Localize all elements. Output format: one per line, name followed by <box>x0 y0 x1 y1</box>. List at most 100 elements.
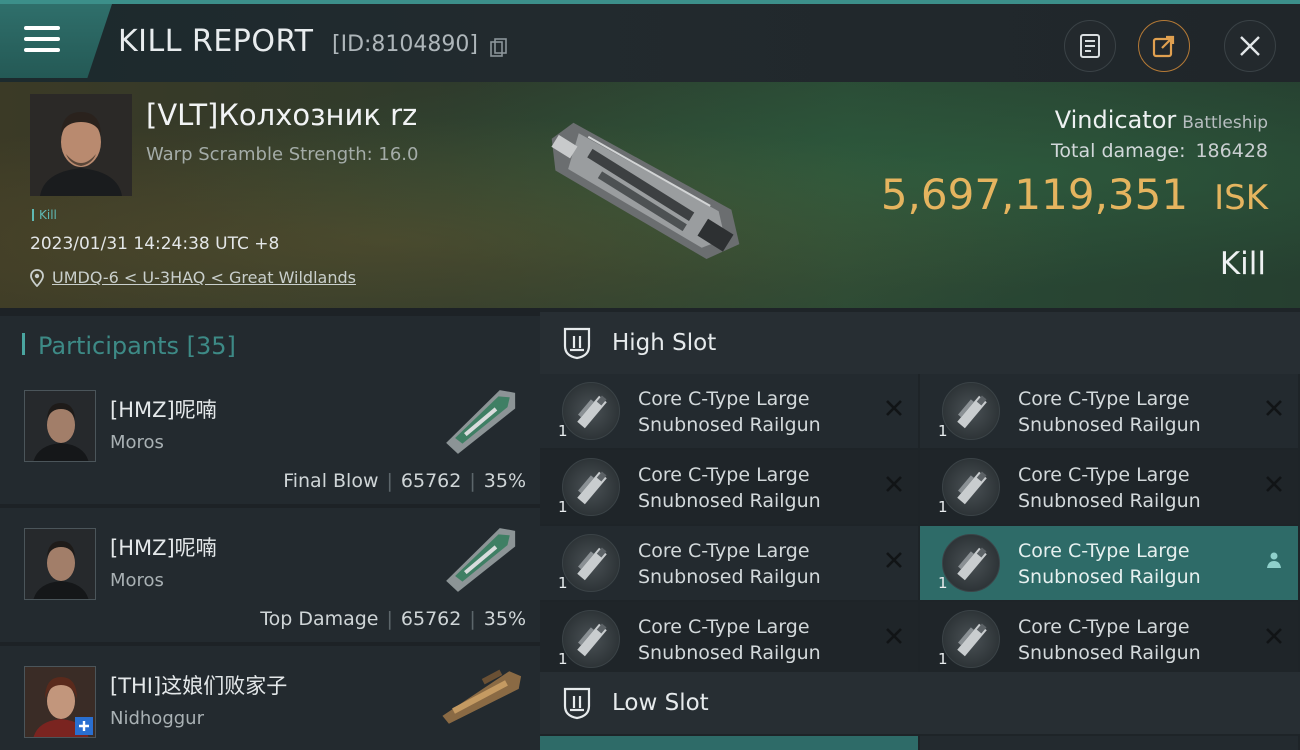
low-slot-icon <box>563 687 591 720</box>
participant-ship: Nidhoggur <box>110 708 204 729</box>
avatar <box>24 666 96 738</box>
module-name-line1: Core C-Type Large <box>1018 388 1190 410</box>
module-name: Core C-Type Large Snubnosed Railgun <box>1018 614 1258 666</box>
participant-ship: Moros <box>110 432 164 453</box>
module-item[interactable]: 1 Core C-Type Large Snubnosed Railgun <box>540 450 918 524</box>
module-name: Core C-Type Large Snubnosed Railgun <box>1018 538 1258 590</box>
railgun-icon <box>562 610 620 668</box>
location-text: UMDQ-6 < U-3HAQ < Great Wildlands <box>52 268 356 287</box>
header-bar: KILL REPORT [ID:8104890] <box>0 4 1300 82</box>
share-icon <box>1152 35 1175 58</box>
participant-percent: 35% <box>483 608 526 630</box>
participant-damage: 65762 <box>400 608 462 630</box>
victim-ship-image[interactable] <box>525 92 765 302</box>
railgun-icon <box>942 382 1000 440</box>
module-name: Core C-Type Large Snubnosed Railgun <box>638 538 878 590</box>
module-item[interactable]: 1 Core C-Type Large Snubnosed Railgun <box>540 526 918 600</box>
module-quantity: 1 <box>558 650 568 668</box>
module-item[interactable]: 1 Core C-Type Large Snubnosed Railgun <box>920 374 1298 448</box>
menu-icon[interactable] <box>24 26 60 56</box>
isk-unit: ISK <box>1214 178 1268 218</box>
kill-location-link[interactable]: UMDQ-6 < U-3HAQ < Great Wildlands <box>30 268 356 287</box>
participant-row[interactable]: [HMZ]呢喃 Moros Final Blow | 65762 | 35% <box>0 370 540 504</box>
plus-badge-icon <box>75 717 93 735</box>
participants-panel[interactable]: Participants [35] [HMZ]呢喃 Moros Final Bl… <box>0 308 540 750</box>
destroyed-x-icon <box>1266 400 1282 416</box>
module-name: Core C-Type Large Snubnosed Railgun <box>1018 386 1258 438</box>
destroyed-x-icon <box>886 476 902 492</box>
participant-ship-image <box>442 669 522 724</box>
participant-stats: Top Damage | 65762 | 35% <box>260 608 526 630</box>
railgun-icon <box>942 458 1000 516</box>
isk-value-row: 5,697,119,351 ISK <box>881 170 1268 219</box>
module-name-line1: Core C-Type Large <box>638 540 810 562</box>
high-slot-header: High Slot <box>540 312 1300 374</box>
total-damage: Total damage: 186428 <box>1051 140 1268 162</box>
module-item[interactable]: 1 Core C-Type Large Snubnosed Railgun <box>540 602 918 676</box>
page-title: KILL REPORT <box>118 24 314 59</box>
participant-row[interactable]: [THI]这娘们败家子 Nidhoggur <box>0 646 540 750</box>
victim-ship-type[interactable]: Vindicator Battleship <box>1055 106 1268 134</box>
fitting-panel[interactable]: High Slot 1 Core C-Type Large Snubnosed R… <box>540 308 1300 750</box>
report-document-button[interactable] <box>1064 20 1116 72</box>
participant-role: Final Blow <box>283 470 379 492</box>
low-slot-label: Low Slot <box>612 690 709 716</box>
warp-scramble-strength: Warp Scramble Strength: 16.0 <box>146 144 419 165</box>
module-name-line2: Snubnosed Railgun <box>1018 642 1201 664</box>
module-item-partial[interactable] <box>540 736 918 750</box>
share-button[interactable] <box>1138 20 1190 72</box>
close-icon <box>1240 36 1260 56</box>
high-slot-label: High Slot <box>612 330 717 356</box>
module-name-line1: Core C-Type Large <box>638 616 810 638</box>
participant-role: Top Damage <box>260 608 379 630</box>
victim-portrait[interactable] <box>30 94 132 196</box>
participant-percent: 35% <box>483 470 526 492</box>
victim-banner: [VLT]Колхозник rz Warp Scramble Strength… <box>0 82 1300 308</box>
module-name-line1: Core C-Type Large <box>638 388 810 410</box>
module-name: Core C-Type Large Snubnosed Railgun <box>1018 462 1258 514</box>
module-name-line2: Snubnosed Railgun <box>1018 566 1201 588</box>
participant-ship-image <box>446 390 516 454</box>
module-quantity: 1 <box>558 498 568 516</box>
module-quantity: 1 <box>938 574 948 592</box>
module-quantity: 1 <box>558 574 568 592</box>
railgun-icon <box>942 534 1000 592</box>
module-item-dropped[interactable]: 1 Core C-Type Large Snubnosed Railgun <box>920 526 1298 600</box>
low-slot-header: Low Slot <box>540 672 1300 734</box>
participant-damage: 65762 <box>400 470 462 492</box>
module-quantity: 1 <box>938 498 948 516</box>
module-name-line2: Snubnosed Railgun <box>638 490 821 512</box>
kill-datetime: 2023/01/31 14:24:38 UTC +8 <box>30 234 280 254</box>
module-name-line2: Snubnosed Railgun <box>638 414 821 436</box>
close-button[interactable] <box>1224 20 1276 72</box>
module-name-line2: Snubnosed Railgun <box>1018 490 1201 512</box>
module-name-line1: Core C-Type Large <box>1018 464 1190 486</box>
copy-icon[interactable] <box>490 38 508 58</box>
participant-row[interactable]: [HMZ]呢喃 Moros Top Damage | 65762 | 35% <box>0 508 540 642</box>
module-item[interactable]: 1 Core C-Type Large Snubnosed Railgun <box>540 374 918 448</box>
ship-class: Battleship <box>1182 113 1268 133</box>
module-name-line1: Core C-Type Large <box>1018 540 1190 562</box>
participants-header: Participants [35] <box>0 316 540 370</box>
module-name-line2: Snubnosed Railgun <box>1018 414 1201 436</box>
section-marker <box>22 333 25 355</box>
destroyed-x-icon <box>886 552 902 568</box>
participant-stats: Final Blow | 65762 | 35% <box>283 470 526 492</box>
module-item-partial[interactable] <box>920 736 1298 750</box>
module-name-line1: Core C-Type Large <box>638 464 810 486</box>
ship-name: Vindicator <box>1054 106 1177 134</box>
railgun-icon <box>562 382 620 440</box>
railgun-icon <box>562 534 620 592</box>
menu-tab[interactable] <box>0 4 112 78</box>
avatar <box>24 528 96 600</box>
module-name-line2: Snubnosed Railgun <box>638 642 821 664</box>
module-name-line2: Snubnosed Railgun <box>638 566 821 588</box>
module-item[interactable]: 1 Core C-Type Large Snubnosed Railgun <box>920 602 1298 676</box>
module-name-line1: Core C-Type Large <box>1018 616 1190 638</box>
participants-title: Participants [35] <box>38 332 236 360</box>
module-item[interactable]: 1 Core C-Type Large Snubnosed Railgun <box>920 450 1298 524</box>
railgun-icon <box>942 610 1000 668</box>
person-icon <box>1267 552 1281 568</box>
participant-name: [HMZ]呢喃 <box>110 536 217 560</box>
victim-name[interactable]: [VLT]Колхозник rz <box>146 98 417 132</box>
